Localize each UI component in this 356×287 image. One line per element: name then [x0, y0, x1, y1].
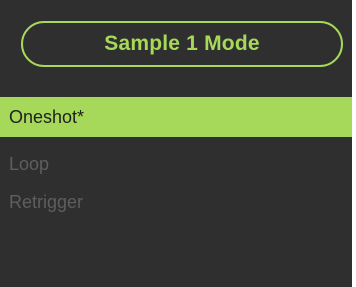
sample-mode-button[interactable]: Sample 1 Mode: [21, 21, 343, 67]
mode-option-retrigger[interactable]: Retrigger: [0, 183, 352, 221]
mode-option-loop[interactable]: Loop: [0, 145, 352, 183]
mode-option-oneshot[interactable]: Oneshot*: [0, 97, 352, 137]
mode-options-list: Oneshot* Loop Retrigger: [0, 97, 352, 221]
sample-mode-panel: Sample 1 Mode Oneshot* Loop Retrigger: [0, 0, 356, 287]
sample-mode-title: Sample 1 Mode: [104, 32, 260, 55]
